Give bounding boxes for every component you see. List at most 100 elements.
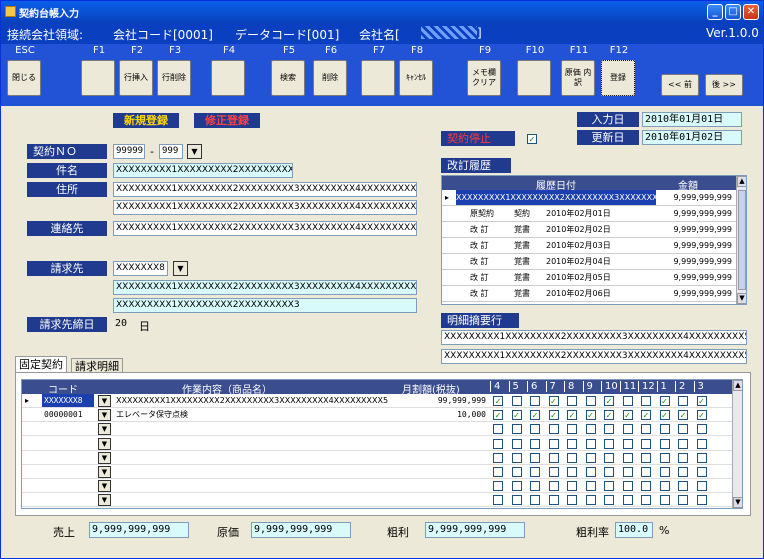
month-checkbox[interactable] [548,467,559,477]
detail-amount[interactable]: 99,999,999 [400,394,486,407]
detail-scrollbar[interactable]: ▲ ▼ [732,380,742,508]
month-checkbox[interactable] [604,467,614,477]
month-checkbox[interactable] [641,396,651,406]
minimize-button[interactable]: _ [707,4,723,20]
detail-row[interactable]: ▸ XXXXXXX8 ▼ XXXXXXXXX1XXXXXXXXX2XXXXXXXXX3… [22,394,732,408]
month-checkbox[interactable]: ✓ [678,410,688,421]
month-checkbox[interactable] [641,467,651,477]
month-checkbox[interactable]: ✓ [696,410,707,421]
fkey-button[interactable]: メモ欄 クリア [467,60,501,96]
detail-row[interactable]: 00000001 ▼ エレベータ保守点検 10,000 ✓ ✓ ✓ ✓ ✓ ✓ ✓ ✓ ✓ ✓ ✓ ✓ [22,408,732,423]
fkey-button[interactable]: 原価 内訳 [561,60,595,96]
month-checkbox[interactable] [585,481,596,492]
detail-code-dropdown[interactable]: ▼ [98,395,111,407]
month-checkbox[interactable] [622,452,633,463]
month-checkbox[interactable] [585,424,596,435]
history-scroll-up-icon[interactable]: ▲ [737,176,746,187]
month-checkbox[interactable] [622,396,633,406]
month-checkbox[interactable] [493,452,503,463]
month-checkbox[interactable] [678,396,688,406]
new-registration-label[interactable]: 新規登録 [113,113,179,128]
detail-code-dropdown[interactable]: ▼ [98,437,111,450]
history-row[interactable]: 改 訂 覚書 2010年02月04日 9,999,999,999 [442,254,736,270]
contract-sub-no-field[interactable]: 999 [159,144,183,159]
fkey-button[interactable]: 削除 [313,60,347,96]
month-checkbox[interactable] [678,452,688,463]
month-checkbox[interactable] [604,438,614,449]
history-row[interactable]: 改 訂 覚書 2010年02月03日 9,999,999,999 [442,238,736,254]
month-checkbox[interactable] [696,495,707,506]
history-row[interactable]: 原契約 契約 2010年02月01日 9,999,999,999 [442,206,736,222]
detail-work[interactable]: エレベータ保守点検 [116,408,396,421]
detail-code-dropdown[interactable]: ▼ [98,466,111,478]
month-checkbox[interactable]: ✓ [585,410,596,421]
month-checkbox[interactable] [511,495,522,506]
detail-code-dropdown[interactable]: ▼ [98,409,111,422]
fkey-button[interactable]: 後 >> [705,74,743,96]
month-checkbox[interactable]: ✓ [548,396,559,406]
month-checkbox[interactable]: ✓ [641,410,651,421]
history-scrollbar[interactable]: ▲ ▼ [736,176,746,304]
detail-code-dropdown[interactable]: ▼ [98,480,111,493]
fkey-button[interactable]: 行挿入 [119,60,153,96]
month-checkbox[interactable] [641,481,651,492]
month-checkbox[interactable] [493,438,503,449]
month-checkbox[interactable] [678,438,688,449]
contract-no-dropdown[interactable]: ▼ [187,144,202,159]
month-checkbox[interactable] [511,396,522,406]
contact-field[interactable]: XXXXXXXXX1XXXXXXXXX2XXXXXXXXX3XXXXXXXXX4… [113,221,417,236]
history-row[interactable]: ▸ XXXXXXXXX1XXXXXXXXX2XXXXXXXXX3XXXXXXXXX… [442,190,736,206]
closing-day-field[interactable]: 20 [113,317,133,332]
tab-fixed-contract[interactable]: 固定契約 [15,356,67,373]
month-checkbox[interactable] [622,438,633,449]
fkey-button[interactable] [361,60,395,96]
detail-scroll-down-icon[interactable]: ▼ [733,497,742,508]
month-checkbox[interactable] [604,481,614,492]
month-checkbox[interactable] [530,438,540,449]
month-checkbox[interactable] [548,495,559,506]
month-checkbox[interactable] [604,495,614,506]
fkey-button[interactable] [211,60,245,96]
month-checkbox[interactable] [696,424,707,435]
month-checkbox[interactable] [493,495,503,506]
detail-amount[interactable]: 10,000 [400,408,486,421]
month-checkbox[interactable] [604,424,614,435]
detail-row[interactable]: ▼ [22,465,732,479]
month-checkbox[interactable]: ✓ [659,410,670,421]
detail-code[interactable]: 00000001 [42,408,94,421]
detail-code-dropdown[interactable]: ▼ [98,494,111,507]
maximize-button[interactable]: □ [725,4,741,20]
month-checkbox[interactable]: ✓ [659,396,670,406]
history-scroll-down-icon[interactable]: ▼ [737,293,746,304]
memo-line1[interactable]: XXXXXXXXX1XXXXXXXXX2XXXXXXXXX3XXXXXXXXX4… [441,330,747,345]
month-checkbox[interactable] [567,396,577,406]
month-checkbox[interactable] [567,467,577,477]
month-checkbox[interactable] [622,424,633,435]
month-checkbox[interactable] [659,467,670,477]
fkey-button[interactable]: << 前 [661,74,699,96]
memo-line2[interactable]: XXXXXXXXX1XXXXXXXXX2XXXXXXXXX3XXXXXXXXX4… [441,349,747,364]
month-checkbox[interactable] [585,438,596,449]
month-checkbox[interactable] [548,424,559,435]
month-checkbox[interactable] [548,452,559,463]
month-checkbox[interactable]: ✓ [567,410,577,421]
month-checkbox[interactable] [530,481,540,492]
detail-row[interactable]: ▼ [22,479,732,494]
month-checkbox[interactable] [641,452,651,463]
billing-dropdown[interactable]: ▼ [173,261,188,276]
month-checkbox[interactable] [548,481,559,492]
detail-code-dropdown[interactable]: ▼ [98,423,111,436]
month-checkbox[interactable] [678,467,688,477]
month-checkbox[interactable]: ✓ [622,410,633,421]
month-checkbox[interactable] [511,452,522,463]
month-checkbox[interactable]: ✓ [530,410,540,421]
month-checkbox[interactable]: ✓ [493,396,503,406]
detail-work[interactable]: XXXXXXXXX1XXXXXXXXX2XXXXXXXXX3XXXXXXXXX4… [116,394,396,407]
close-button[interactable]: ✕ [743,4,759,20]
month-checkbox[interactable] [511,424,522,435]
month-checkbox[interactable]: ✓ [604,396,614,406]
month-checkbox[interactable] [585,467,596,477]
detail-row[interactable]: ▼ [22,451,732,465]
subject-field[interactable]: XXXXXXXXX1XXXXXXXXX2XXXXXXXXX3 [113,163,293,178]
fkey-button[interactable]: 検索 [271,60,305,96]
